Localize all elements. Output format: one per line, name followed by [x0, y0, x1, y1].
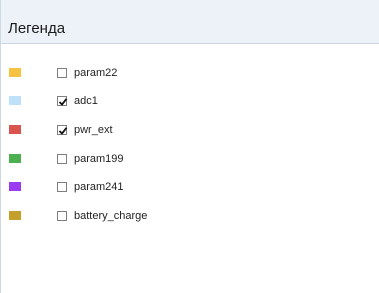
legend-panel: Легенда param22 adc1 pwr_ext param199 pa… [0, 0, 379, 293]
legend-item-battery-charge[interactable]: battery_charge [1, 210, 379, 231]
legend-title: Легенда [8, 20, 66, 37]
legend-item-label: adc1 [74, 95, 98, 107]
color-swatch [9, 154, 21, 163]
color-swatch [9, 211, 21, 220]
legend-item-label: param199 [74, 153, 124, 165]
legend-header: Легенда [1, 0, 379, 44]
legend-item-adc1[interactable]: adc1 [1, 95, 379, 116]
legend-item-label: param241 [74, 181, 124, 193]
color-swatch [9, 96, 21, 105]
color-swatch [9, 125, 21, 134]
visibility-checkbox[interactable] [57, 96, 68, 106]
legend-item-param199[interactable]: param199 [1, 153, 379, 174]
visibility-checkbox[interactable] [57, 154, 67, 164]
visibility-checkbox[interactable] [57, 125, 68, 135]
legend-item-label: param22 [74, 67, 118, 79]
visibility-checkbox[interactable] [57, 68, 67, 78]
legend-item-label: pwr_ext [74, 124, 113, 136]
color-swatch [9, 182, 21, 191]
legend-item-param241[interactable]: param241 [1, 181, 379, 202]
checkmark-icon [58, 127, 68, 135]
legend-item-pwr-ext[interactable]: pwr_ext [1, 124, 379, 145]
visibility-checkbox[interactable] [57, 211, 67, 221]
color-swatch [9, 68, 21, 77]
legend-item-label: battery_charge [74, 210, 148, 222]
legend-item-param22[interactable]: param22 [1, 67, 379, 88]
visibility-checkbox[interactable] [57, 182, 67, 192]
checkmark-icon [58, 98, 68, 106]
